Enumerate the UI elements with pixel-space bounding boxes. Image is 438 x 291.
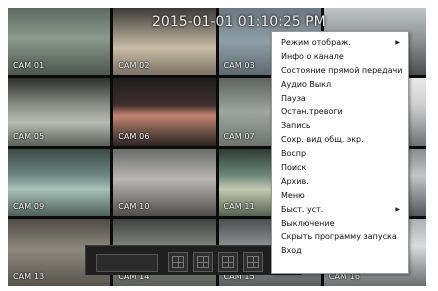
camera-label: CAM 11 bbox=[223, 201, 255, 211]
menu-item[interactable]: Архив. bbox=[272, 175, 408, 189]
camera-label: CAM 10 bbox=[118, 201, 150, 211]
menu-item-label: Аудио Выкл bbox=[281, 79, 332, 89]
triangle-right-icon: ▶ bbox=[395, 205, 400, 213]
context-menu: Режим отображ. ▶ Инфо о канале Состояние пр… bbox=[271, 31, 409, 274]
menu-item-label: Пауза bbox=[281, 93, 306, 103]
camera-label: CAM 13 bbox=[13, 272, 45, 281]
grid-9-icon[interactable] bbox=[193, 252, 213, 272]
menu-item[interactable]: Инфо о канале bbox=[272, 50, 408, 64]
menu-item-label: Выключение bbox=[281, 218, 335, 228]
osd-datetime: 2015-01-01 01:10:25 PM bbox=[152, 14, 326, 30]
live-view-screen: CAM 01CAM 02CAM 03CAM 04CAM 05CAM 06CAM … bbox=[8, 8, 426, 286]
camera-label: CAM 01 bbox=[13, 61, 45, 71]
menu-item-label: Остан.тревоги bbox=[281, 107, 343, 117]
toolbar-status-field bbox=[96, 254, 158, 272]
camera-label: CAM 06 bbox=[118, 131, 150, 141]
menu-item-label: Меню bbox=[281, 190, 305, 200]
camera-label: CAM 09 bbox=[13, 201, 45, 211]
camera-tile[interactable]: CAM 06 bbox=[113, 78, 216, 146]
menu-item-label: Состояние прямой передачи bbox=[281, 65, 403, 75]
camera-tile[interactable]: CAM 01 bbox=[8, 8, 111, 76]
menu-item[interactable]: Сохр. вид общ. экр. bbox=[272, 133, 408, 147]
camera-tile[interactable]: CAM 10 bbox=[113, 148, 216, 216]
menu-item-label: Режим отображ. bbox=[281, 38, 351, 47]
menu-item[interactable]: Состояние прямой передачи bbox=[272, 64, 408, 78]
menu-item[interactable]: Быст. уст. ▶ bbox=[272, 203, 408, 217]
camera-label: CAM 02 bbox=[118, 61, 150, 71]
menu-item-label: Вход bbox=[281, 246, 302, 256]
menu-item-label: Архив. bbox=[281, 176, 309, 186]
menu-item-label: Скрыть программу запуска bbox=[281, 232, 397, 242]
menu-item[interactable]: Режим отображ. ▶ bbox=[272, 36, 408, 50]
menu-item[interactable]: Вход bbox=[272, 244, 408, 258]
menu-item[interactable]: Запись bbox=[272, 119, 408, 133]
menu-item[interactable]: Воспр bbox=[272, 147, 408, 161]
menu-item[interactable]: Пауза bbox=[272, 92, 408, 106]
menu-item[interactable]: Остан.тревоги bbox=[272, 105, 408, 119]
menu-item-label: Сохр. вид общ. экр. bbox=[281, 135, 364, 145]
camera-tile[interactable]: CAM 09 bbox=[8, 148, 111, 216]
grid-4-icon[interactable] bbox=[243, 252, 263, 272]
menu-item[interactable]: Меню bbox=[272, 189, 408, 203]
camera-label: CAM 07 bbox=[223, 131, 255, 141]
camera-label: CAM 03 bbox=[223, 61, 255, 71]
triangle-right-icon: ▶ bbox=[395, 39, 400, 46]
camera-label: CAM 05 bbox=[13, 131, 45, 141]
menu-item[interactable]: Скрыть программу запуска bbox=[272, 230, 408, 244]
menu-item-label: Инфо о канале bbox=[281, 51, 344, 61]
menu-item[interactable]: Выключение bbox=[272, 217, 408, 231]
menu-item-label: Запись bbox=[281, 121, 311, 131]
menu-item[interactable]: Поиск bbox=[272, 161, 408, 175]
menu-item-label: Быст. уст. bbox=[281, 204, 324, 214]
menu-item[interactable]: Аудио Выкл bbox=[272, 78, 408, 92]
split-layout-icon[interactable] bbox=[168, 252, 188, 272]
menu-item-label: Воспр bbox=[281, 149, 307, 159]
camera-tile[interactable]: CAM 05 bbox=[8, 78, 111, 146]
menu-item-label: Поиск bbox=[281, 163, 307, 173]
launcher-toolbar bbox=[85, 245, 302, 275]
grid-16-icon[interactable] bbox=[218, 252, 238, 272]
